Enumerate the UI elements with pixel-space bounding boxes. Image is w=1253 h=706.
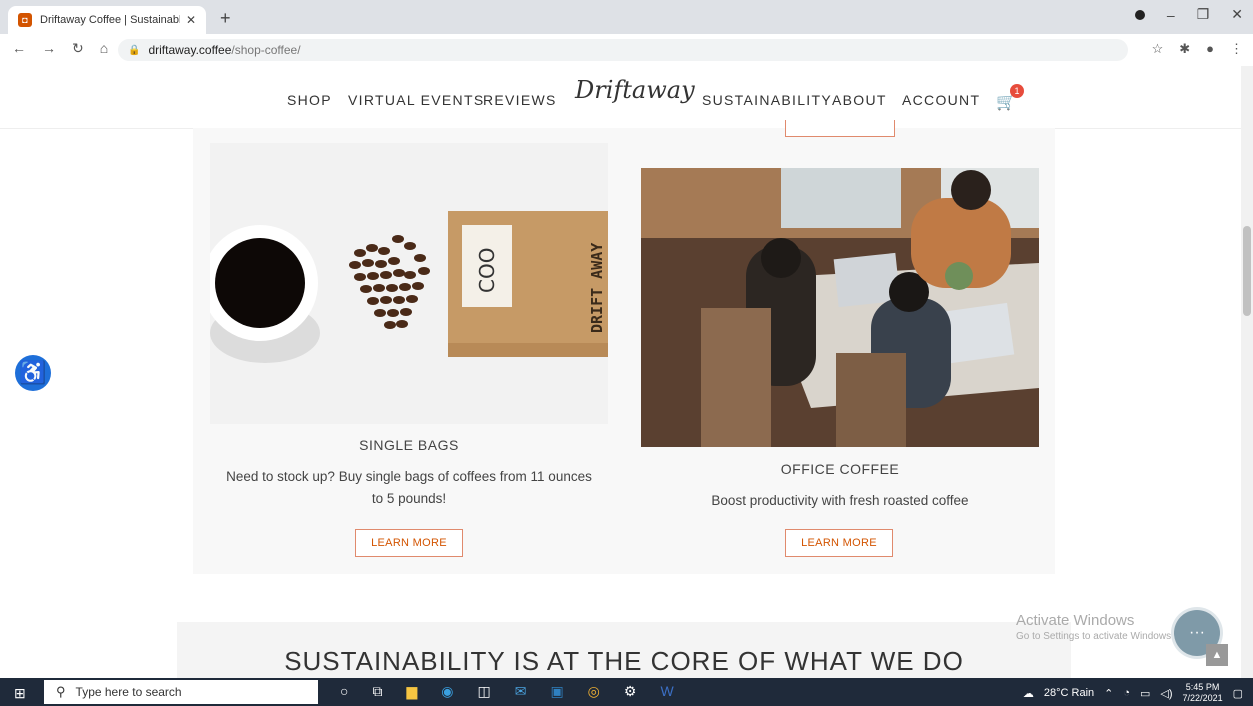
window-controls: – ❐ ✕ bbox=[1134, 6, 1243, 23]
windows-start-icon[interactable]: ⊞ bbox=[14, 685, 26, 702]
tab-title: Driftaway Coffee | Sustainable Co bbox=[40, 14, 180, 26]
forward-icon[interactable]: → bbox=[42, 40, 56, 57]
single-bags-learn-more-button[interactable]: LEARN MORE bbox=[355, 529, 463, 557]
browser-tab[interactable]: ◘ Driftaway Coffee | Sustainable Co ✕ bbox=[8, 6, 206, 34]
site-favicon-icon: ◘ bbox=[18, 13, 32, 27]
close-window-icon[interactable]: ✕ bbox=[1231, 6, 1243, 23]
profile-icon[interactable]: ● bbox=[1206, 41, 1214, 57]
nav-shop[interactable]: SHOP bbox=[287, 92, 332, 108]
minimize-icon[interactable]: – bbox=[1167, 7, 1175, 23]
network-icon[interactable]: ◔ bbox=[1123, 687, 1130, 699]
card-single-bags-desc: Need to stock up? Buy single bags of cof… bbox=[226, 469, 592, 506]
card-office-coffee-desc: Boost productivity with fresh roasted co… bbox=[711, 493, 969, 508]
nav-virtual-events[interactable]: VIRTUAL EVENTS bbox=[348, 92, 484, 108]
battery-icon[interactable]: ▭ bbox=[1140, 687, 1150, 700]
edge-icon[interactable]: ◉ bbox=[441, 683, 453, 700]
file-explorer-icon[interactable]: ▆ bbox=[406, 683, 417, 700]
settings-icon[interactable]: ⚙ bbox=[624, 683, 637, 700]
tab-close-icon[interactable]: ✕ bbox=[186, 13, 196, 27]
store-icon[interactable]: ◫ bbox=[477, 683, 490, 700]
restore-icon[interactable]: ❐ bbox=[1197, 6, 1210, 23]
site-logo[interactable]: Driftaway bbox=[575, 76, 695, 104]
cortana-icon[interactable]: ○ bbox=[340, 683, 348, 700]
card-office-coffee-title: OFFICE COFFEE bbox=[780, 461, 900, 477]
accessibility-icon[interactable]: ♿ bbox=[15, 355, 51, 391]
search-icon: ⚲ bbox=[56, 684, 66, 699]
nav-about[interactable]: ABOUT bbox=[832, 92, 887, 108]
windows-taskbar: ⊞ ⚲ Type here to search ○ ⧉ ▆ ◉ ◫ ✉ ▣ ◎ … bbox=[0, 678, 1253, 706]
nav-sustainability[interactable]: SUSTAINABILITY bbox=[702, 92, 832, 108]
back-icon[interactable]: ← bbox=[12, 40, 26, 57]
cart-count-badge: 1 bbox=[1010, 84, 1024, 98]
reload-icon[interactable]: ↻ bbox=[72, 40, 84, 57]
url-input[interactable]: 🔒 driftaway.coffee/shop-coffee/ bbox=[118, 39, 1128, 61]
taskbar-clock[interactable]: 5:45 PM 7/22/2021 bbox=[1183, 682, 1223, 704]
scroll-to-top-icon[interactable]: ▲ bbox=[1206, 644, 1228, 666]
cart-icon[interactable]: 🛒 1 bbox=[996, 84, 1024, 112]
new-tab-button[interactable]: + bbox=[220, 8, 231, 29]
lock-icon: 🔒 bbox=[128, 44, 141, 56]
browser-tab-bar: ◘ Driftaway Coffee | Sustainable Co ✕ + … bbox=[0, 0, 1253, 34]
photos-icon[interactable]: ▣ bbox=[550, 683, 563, 700]
address-bar-row: ← → ↻ ⌂ 🔒 driftaway.coffee/shop-coffee/ … bbox=[0, 34, 1253, 67]
profile-dot-icon[interactable] bbox=[1134, 9, 1145, 20]
notification-icon[interactable]: ▢ bbox=[1233, 687, 1243, 700]
menu-kebab-icon[interactable]: ⋮ bbox=[1230, 41, 1243, 57]
bag-coo-label: COO bbox=[475, 248, 499, 293]
weather-text[interactable]: 28°C Rain bbox=[1044, 687, 1094, 699]
card-single-bags-title: SINGLE BAGS bbox=[359, 437, 459, 453]
taskbar-search-input[interactable]: ⚲ Type here to search bbox=[44, 680, 318, 704]
url-text: driftaway.coffee/shop-coffee/ bbox=[148, 43, 301, 57]
bookmark-star-icon[interactable]: ☆ bbox=[1152, 41, 1164, 57]
sustainability-heading: SUSTAINABILITY IS AT THE CORE OF WHAT WE… bbox=[284, 646, 964, 676]
page-scrollbar[interactable] bbox=[1241, 66, 1253, 678]
single-bags-image[interactable]: COO DRIFT AWAY bbox=[210, 143, 608, 424]
extensions-icon[interactable]: ✱ bbox=[1179, 41, 1190, 57]
word-icon[interactable]: W bbox=[660, 683, 673, 700]
site-header: SHOP VIRTUAL EVENTS REVIEWS Driftaway SU… bbox=[0, 66, 1253, 129]
activate-windows-watermark: Activate Windows Go to Settings to activ… bbox=[1016, 612, 1174, 642]
bag-brand-label: DRIFT AWAY bbox=[588, 243, 606, 333]
office-coffee-learn-more-button[interactable]: LEARN MORE bbox=[785, 529, 893, 557]
office-coffee-image[interactable] bbox=[641, 168, 1039, 447]
tray-chevron-icon[interactable]: ⌃ bbox=[1104, 687, 1113, 700]
nav-account[interactable]: ACCOUNT bbox=[902, 92, 980, 108]
volume-icon[interactable]: ◁) bbox=[1160, 687, 1172, 700]
chrome-icon[interactable]: ◎ bbox=[588, 683, 600, 700]
home-icon[interactable]: ⌂ bbox=[100, 40, 108, 57]
weather-icon[interactable]: ☁ bbox=[1023, 687, 1034, 700]
previous-learn-more-button[interactable] bbox=[785, 120, 895, 137]
task-view-icon[interactable]: ⧉ bbox=[372, 683, 382, 700]
mail-icon[interactable]: ✉ bbox=[515, 683, 527, 700]
scrollbar-thumb[interactable] bbox=[1243, 226, 1251, 316]
nav-reviews[interactable]: REVIEWS bbox=[483, 92, 557, 108]
